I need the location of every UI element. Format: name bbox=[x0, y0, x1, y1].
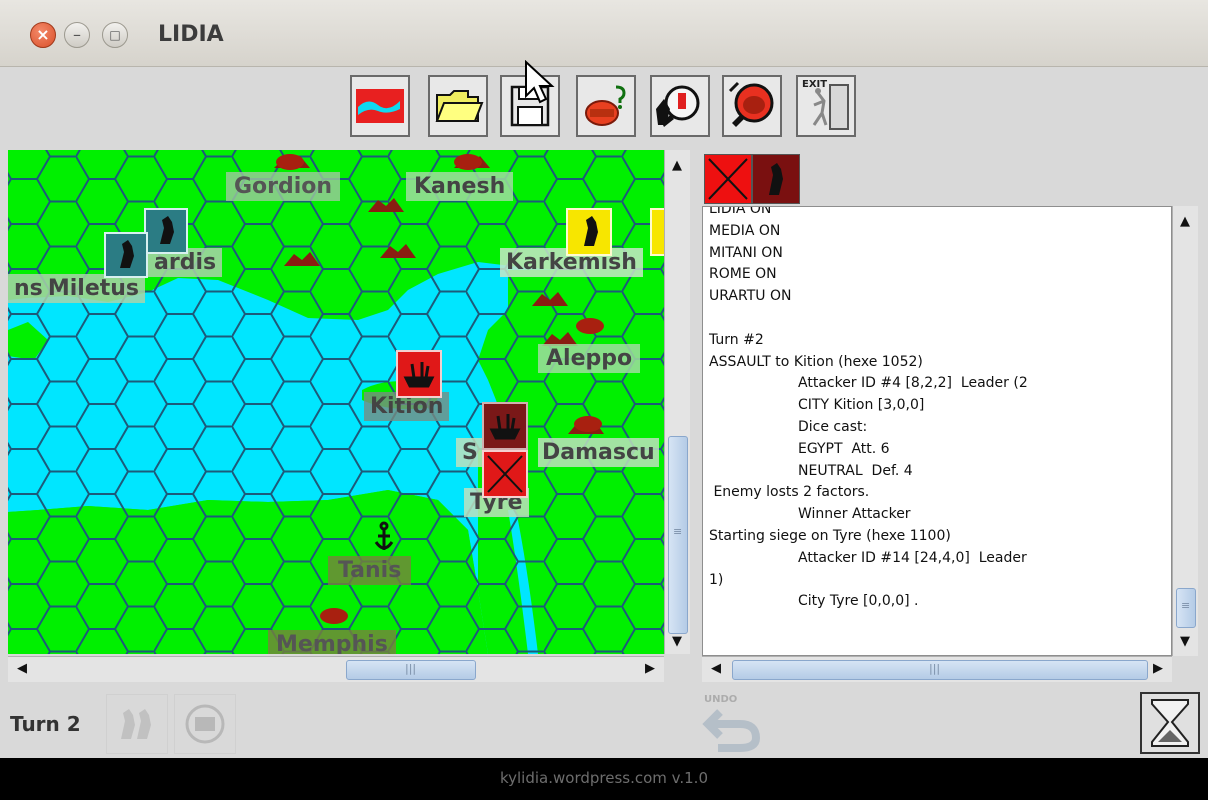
soldier-icon bbox=[769, 163, 783, 195]
close-window-button[interactable]: × bbox=[30, 22, 56, 48]
map-hscroll-thumb[interactable]: ||| bbox=[346, 660, 476, 680]
undo-label: UNDO bbox=[704, 694, 738, 705]
log-horizontal-scrollbar[interactable]: ◀ ||| ▶ bbox=[702, 656, 1172, 682]
map-vscroll-thumb[interactable]: ≡ bbox=[668, 436, 688, 634]
scroll-up-arrow[interactable]: ▲ bbox=[665, 154, 689, 178]
exit-button[interactable]: EXIT bbox=[796, 75, 856, 137]
log-scroll-down-arrow[interactable]: ▼ bbox=[1173, 630, 1197, 654]
city-label-damascus: Damascu bbox=[538, 438, 659, 467]
log-vertical-scrollbar[interactable]: ▲ ≡ ▼ bbox=[1172, 206, 1198, 656]
fortress-icon bbox=[185, 704, 225, 744]
event-log-text: LIDIA ON MEDIA ON MITANI ON ROME ON URAR… bbox=[709, 206, 1028, 610]
minimize-window-button[interactable]: – bbox=[64, 22, 90, 48]
city-search-button[interactable] bbox=[722, 75, 782, 137]
toolbar: EXIT bbox=[0, 67, 1208, 149]
exit-label: EXIT bbox=[802, 79, 828, 90]
faction-badge-eliminated[interactable] bbox=[704, 154, 752, 204]
soldier-icon bbox=[120, 240, 134, 268]
city-magnifier-icon bbox=[728, 81, 774, 127]
city-question-icon bbox=[585, 85, 626, 126]
open-button[interactable] bbox=[428, 75, 488, 137]
siege-button[interactable] bbox=[174, 694, 236, 754]
map-view[interactable]: Gordion Kanesh ardis Karkemish ns Miletu… bbox=[8, 150, 664, 654]
log-vscroll-thumb[interactable]: ≡ bbox=[1176, 588, 1196, 628]
city-label-tanis: Tanis bbox=[328, 556, 412, 585]
ship-icon bbox=[403, 362, 435, 388]
city-label-kanesh: Kanesh bbox=[406, 172, 514, 201]
city-label-memphis: Memphis bbox=[268, 630, 396, 654]
soldier-icon bbox=[584, 216, 598, 246]
scroll-right-arrow[interactable]: ▶ bbox=[638, 657, 662, 681]
end-turn-button[interactable] bbox=[1140, 692, 1200, 754]
army-group-icon bbox=[121, 709, 151, 739]
close-icon: × bbox=[36, 25, 50, 44]
cross-icon bbox=[708, 158, 748, 200]
next-army-button[interactable] bbox=[106, 694, 168, 754]
log-scroll-left-arrow[interactable]: ◀ bbox=[704, 657, 728, 681]
hourglass-icon bbox=[1151, 699, 1189, 747]
scroll-left-arrow[interactable]: ◀ bbox=[10, 657, 34, 681]
status-bar: Turn 2 UNDO bbox=[0, 688, 1208, 758]
unit-counter-lidia-2[interactable] bbox=[104, 232, 148, 278]
footer: kylidia.wordpress.com v.1.0 bbox=[0, 758, 1208, 800]
event-log[interactable]: LIDIA ON MEDIA ON MITANI ON ROME ON URAR… bbox=[702, 206, 1172, 656]
map-vertical-scrollbar[interactable]: ▲ ≡ ▼ bbox=[664, 150, 690, 654]
footer-version-text: kylidia.wordpress.com v.1.0 bbox=[499, 769, 708, 787]
log-scroll-up-arrow[interactable]: ▲ bbox=[1173, 210, 1197, 234]
folder-icon bbox=[435, 90, 484, 122]
city-label-gordion: Gordion bbox=[226, 172, 341, 201]
unit-counter-yellow-1[interactable] bbox=[566, 208, 612, 256]
soldier-icon bbox=[160, 216, 174, 244]
window-title: LIDIA bbox=[158, 22, 224, 47]
maximize-icon: □ bbox=[109, 28, 121, 42]
title-bar: × – □ LIDIA bbox=[0, 0, 1208, 67]
army-magnifier-icon bbox=[656, 85, 700, 127]
map-icon bbox=[356, 89, 404, 123]
unit-counter-dark-fleet[interactable] bbox=[482, 402, 528, 450]
mouse-cursor-icon bbox=[525, 60, 555, 104]
unit-counter-egypt-fleet[interactable] bbox=[396, 350, 442, 398]
unit-counter-lidia-1[interactable] bbox=[144, 208, 188, 254]
faction-badge-army[interactable] bbox=[752, 154, 800, 204]
map-view-button[interactable] bbox=[350, 75, 410, 137]
city-label-aleppo: Aleppo bbox=[538, 344, 641, 373]
cross-icon bbox=[487, 455, 523, 493]
map-horizontal-scrollbar[interactable]: ◀ ||| ▶ bbox=[8, 656, 664, 682]
log-hscroll-thumb[interactable]: ||| bbox=[732, 660, 1148, 680]
undo-button[interactable]: UNDO bbox=[700, 694, 764, 754]
turn-label: Turn 2 bbox=[10, 712, 81, 736]
city-info-button[interactable] bbox=[576, 75, 636, 137]
maximize-window-button[interactable]: □ bbox=[102, 22, 128, 48]
ship-icon bbox=[489, 414, 521, 440]
scroll-down-arrow[interactable]: ▼ bbox=[665, 630, 689, 654]
unit-counter-yellow-2[interactable] bbox=[650, 208, 664, 256]
log-scroll-right-arrow[interactable]: ▶ bbox=[1146, 657, 1170, 681]
army-search-button[interactable] bbox=[650, 75, 710, 137]
city-label-sidon: S bbox=[456, 438, 484, 467]
unit-counter-egypt-eliminated[interactable] bbox=[482, 450, 528, 498]
minimize-icon: – bbox=[73, 25, 81, 44]
